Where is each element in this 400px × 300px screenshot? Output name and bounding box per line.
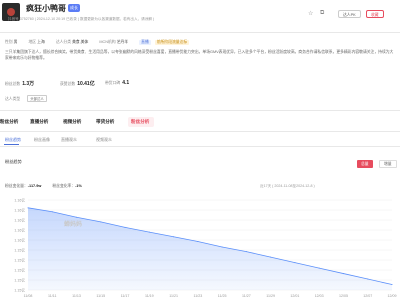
watermark: 蝉妈妈	[64, 220, 82, 228]
y-tick-label: 1.16亿	[14, 217, 25, 222]
y-tick-label: 1.15亿	[14, 267, 25, 272]
x-tick-label: 11/21	[169, 294, 178, 298]
data-point	[342, 273, 344, 275]
category-label: 达人分类	[55, 40, 72, 44]
subtab-fan-profile[interactable]: 粉丝画像	[34, 137, 50, 143]
x-tick-label: 11/29	[266, 294, 275, 298]
data-point	[221, 246, 223, 248]
gender-value: 男	[13, 40, 18, 44]
data-point	[173, 236, 175, 238]
x-tick-label: 12/01	[290, 294, 299, 298]
x-tick-label: 12/07	[363, 294, 372, 298]
data-point	[270, 256, 272, 258]
gender-label: 性别	[5, 40, 13, 44]
y-tick-label: 1.15亿	[14, 287, 25, 292]
score-value: 4.1	[122, 80, 130, 86]
chart-legend: 粉丝变化量：-117.9w 粉丝变化率：-1%	[5, 184, 82, 188]
live-tag: 直播	[139, 40, 151, 45]
x-tick-label: 12/05	[339, 294, 348, 298]
y-tick-label: 1.15亿	[14, 277, 25, 282]
subtab-underline	[4, 144, 19, 145]
follow-button[interactable]: 收藏	[366, 10, 384, 18]
section-title: 粉丝趋势	[5, 159, 22, 164]
y-tick-label: 1.16亿	[14, 227, 25, 232]
star-icon[interactable]: ☆	[308, 10, 313, 17]
x-tick-label: 11/08	[24, 294, 33, 298]
data-point	[245, 251, 247, 253]
divider	[0, 131, 400, 132]
y-tick-label: 1.16亿	[14, 237, 25, 242]
tab-live[interactable]: 直播分析	[30, 119, 48, 125]
x-tick-label: 12/09	[388, 294, 397, 298]
x-tick-label: 11/15	[96, 294, 105, 298]
creator-name: 疯狂小鸭哥	[26, 4, 66, 13]
level-badge: 成长	[68, 4, 80, 12]
creator-meta: 抖音号 3752760 | 2024-12-10 20:19 已收录 ( 数据更…	[8, 17, 155, 21]
subtab-fan-trend[interactable]: 粉丝趋势	[5, 137, 21, 143]
x-tick-label: 11/17	[121, 294, 130, 298]
info-row: 性别 男 地区 上海 达人分类 美食,美体 MCN机构 艺丹羊 直播 前所阶段流…	[5, 40, 190, 45]
data-point	[318, 267, 320, 269]
fans-change-value: -117.9w	[27, 184, 42, 188]
increment-toggle[interactable]: 增量	[379, 160, 397, 168]
traffic-tag: 前所阶段流量达标	[154, 40, 190, 45]
data-point	[197, 240, 199, 242]
mcn-value[interactable]: 艺丹羊	[117, 40, 128, 44]
fans-trend-chart: 1.16亿 1.16亿 1.16亿 1.16亿 1.16亿 1.15亿 1.15亿 1.15亿…	[14, 197, 397, 298]
x-tick-label: 12/03	[315, 294, 324, 298]
type-stat: 达人类型 头部达人	[5, 95, 49, 102]
total-toggle[interactable]: 总量	[357, 160, 373, 168]
data-point	[148, 231, 150, 233]
x-tick-label: 11/13	[72, 294, 81, 298]
fans-stat: 粉丝总数 1.3万	[5, 81, 35, 87]
divider	[0, 110, 400, 111]
data-point	[76, 216, 78, 218]
data-point	[100, 221, 102, 223]
mcn-label: MCN机构	[99, 40, 116, 44]
divider	[0, 146, 400, 147]
type-tag: 头部达人	[27, 95, 47, 102]
copy-icon[interactable]: ⧉	[320, 10, 324, 17]
tab-fans-analysis[interactable]: 粉丝分析	[131, 119, 149, 125]
score-stat: 带货口碑 4.1	[105, 80, 130, 86]
likes-value: 10.41亿	[77, 81, 95, 87]
y-tick-label: 1.16亿	[14, 207, 25, 212]
x-tick-label: 11/19	[145, 294, 154, 298]
x-tick-label: 11/23	[193, 294, 202, 298]
data-point	[124, 226, 126, 228]
y-tick-label: 1.15亿	[14, 247, 25, 252]
data-point	[27, 207, 29, 209]
subtab-live-audience[interactable]: 直播观众	[61, 137, 77, 143]
pk-button[interactable]: 达人PK	[338, 10, 361, 18]
data-point	[367, 278, 369, 280]
subtab-video-audience[interactable]: 视频观众	[96, 137, 112, 143]
x-tick-label: 11/27	[242, 294, 251, 298]
data-point	[294, 262, 296, 264]
category-value: 美食,美体	[72, 40, 89, 44]
creator-profile-page: 疯狂小鸭哥 成长 抖音号 3752760 | 2024-12-10 20:19 …	[0, 0, 400, 300]
likes-stat: 获赞总数 10.41亿	[60, 81, 95, 87]
date-range: 近17天 ( 2024-11-08至2024-12-8 )	[260, 184, 315, 188]
analysis-tabs: 粉丝分析 直播分析 视频分析 带货分析 粉丝分析	[0, 116, 400, 128]
tab-sales[interactable]: 带货分析	[96, 119, 114, 125]
region-label: 地区	[28, 40, 37, 44]
x-tick-label: 11/11	[48, 294, 56, 298]
fans-value: 1.3万	[22, 81, 35, 87]
divider	[0, 32, 400, 33]
creator-description: 三只羊集团旗下达人，擅长综合搞笑，带货美食、生活用品等，以夸张幽默的风格深受粉丝…	[5, 50, 394, 60]
tab-video[interactable]: 视频分析	[63, 119, 81, 125]
fans-rate-value: -1%	[75, 184, 82, 188]
x-tick-label: 11/25	[218, 294, 227, 298]
region-value: 上海	[37, 40, 45, 44]
data-point	[51, 211, 53, 213]
y-tick-label: 1.16亿	[14, 197, 25, 202]
tab-fans[interactable]: 粉丝分析	[0, 119, 18, 125]
y-tick-label: 1.15亿	[14, 257, 25, 262]
data-point	[391, 284, 393, 286]
